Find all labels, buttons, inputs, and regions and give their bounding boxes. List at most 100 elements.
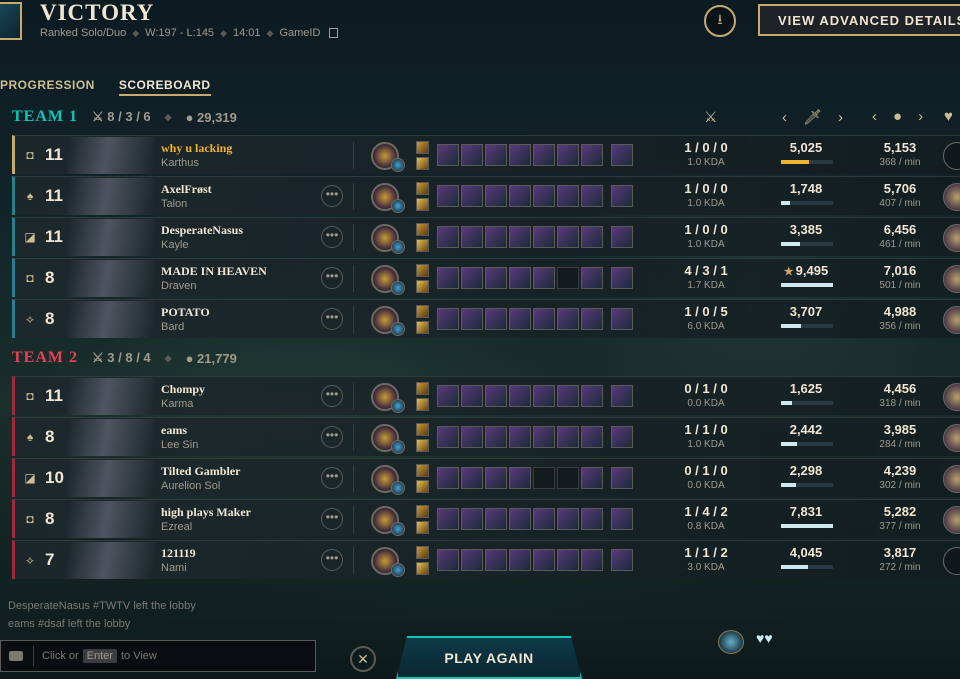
copy-icon[interactable] [329,28,339,38]
item-slot[interactable] [485,426,507,448]
more-options-button[interactable]: ••• [321,549,343,571]
summoner-name[interactable]: Chompy [161,382,205,397]
item-slot[interactable] [437,426,459,448]
trinket-slot[interactable] [611,226,633,248]
item-slot[interactable] [437,549,459,571]
player-row[interactable]: ◘ 8 high plays Maker Ezreal ••• 1 / 4 / 2 0.8 … [12,499,960,538]
item-slot[interactable] [437,267,459,289]
honor-button[interactable] [943,465,960,493]
item-slot[interactable] [509,549,531,571]
player-row[interactable]: ♠ 11 AxelFrøst Talon ••• 1 / 0 / 0 1.0 KDA 1,74… [12,176,960,215]
summoner-name[interactable]: Tilted Gambler [161,464,240,479]
player-row[interactable]: ◘ 11 why u lacking Karthus 1 / 0 / 0 1.0 KDA 5… [12,135,960,174]
item-slot[interactable] [437,226,459,248]
item-slot[interactable] [437,467,459,489]
item-slot[interactable] [509,144,531,166]
item-slot[interactable] [533,508,555,530]
chevron-right-icon[interactable]: › [918,108,923,125]
player-row[interactable]: ♠ 8 eams Lee Sin ••• 1 / 1 / 0 1.0 KDA 2,442 3,9… [12,417,960,456]
item-slot[interactable] [581,308,603,330]
item-slot[interactable] [533,267,555,289]
trinket-slot[interactable] [611,549,633,571]
item-slot[interactable] [557,308,579,330]
item-slot[interactable] [509,426,531,448]
more-options-button[interactable]: ••• [321,267,343,289]
item-slot[interactable] [461,467,483,489]
honor-button[interactable] [943,424,960,452]
item-slot[interactable] [509,385,531,407]
item-slot[interactable] [461,185,483,207]
item-slot[interactable] [581,467,603,489]
chevron-right-icon[interactable]: › [838,109,843,126]
item-slot[interactable] [533,426,555,448]
honor-button[interactable] [943,224,960,252]
item-slot[interactable] [461,308,483,330]
item-slot[interactable] [533,549,555,571]
trinket-slot[interactable] [611,508,633,530]
honor-button[interactable] [943,383,960,411]
item-slot[interactable] [509,308,531,330]
item-slot[interactable] [485,467,507,489]
item-slot[interactable] [437,385,459,407]
trinket-slot[interactable] [611,385,633,407]
item-slot[interactable] [437,144,459,166]
item-slot[interactable] [509,508,531,530]
item-slot[interactable] [581,549,603,571]
tab-scoreboard[interactable]: SCOREBOARD [118,78,211,96]
item-slot[interactable] [485,226,507,248]
item-slot[interactable] [557,467,579,489]
item-slot[interactable] [485,385,507,407]
item-slot[interactable] [557,144,579,166]
honor-button[interactable] [943,306,960,334]
trinket-slot[interactable] [611,426,633,448]
tab-progression[interactable]: PROGRESSION [0,78,95,96]
honor-button[interactable] [943,183,960,211]
item-slot[interactable] [533,226,555,248]
item-slot[interactable] [437,508,459,530]
player-row[interactable]: ◘ 8 MADE IN HEAVEN Draven ••• 4 / 3 / 1 1.7 KD… [12,258,960,297]
item-slot[interactable] [581,185,603,207]
more-options-button[interactable]: ••• [321,185,343,207]
item-slot[interactable] [533,308,555,330]
item-slot[interactable] [533,467,555,489]
summoner-name[interactable]: AxelFrøst [161,182,212,197]
item-slot[interactable] [557,185,579,207]
item-slot[interactable] [461,267,483,289]
chat-input[interactable]: Click or Enter to View [0,640,316,672]
honor-button[interactable] [943,547,960,575]
item-slot[interactable] [485,185,507,207]
summoner-name[interactable]: 121119 [161,546,196,561]
item-slot[interactable] [461,385,483,407]
item-slot[interactable] [437,185,459,207]
item-slot[interactable] [485,308,507,330]
more-options-button[interactable]: ••• [321,467,343,489]
item-slot[interactable] [557,508,579,530]
item-slot[interactable] [461,549,483,571]
player-row[interactable]: ◘ 11 Chompy Karma ••• 0 / 1 / 0 0.0 KDA 1,625 4,… [12,376,960,415]
item-slot[interactable] [485,144,507,166]
summoner-name[interactable]: MADE IN HEAVEN [161,264,267,279]
item-slot[interactable] [461,426,483,448]
item-slot[interactable] [581,267,603,289]
more-options-button[interactable]: ••• [321,385,343,407]
item-slot[interactable] [461,144,483,166]
player-row[interactable]: ◪ 10 Tilted Gambler Aurelion Sol ••• 0 / 1 / … [12,458,960,497]
close-button[interactable]: ✕ [350,646,376,672]
chevron-left-icon[interactable]: ‹ [782,109,787,126]
summoner-name[interactable]: high plays Maker [161,505,251,520]
more-options-button[interactable]: ••• [321,308,343,330]
summoner-name[interactable]: POTATO [161,305,210,320]
item-slot[interactable] [533,144,555,166]
download-replay-button[interactable]: ⭳ [704,5,736,37]
more-options-button[interactable]: ••• [321,508,343,530]
item-slot[interactable] [485,508,507,530]
chevron-left-icon[interactable]: ‹ [872,108,877,125]
player-row[interactable]: ⟡ 7 121119 Nami ••• 1 / 1 / 2 3.0 KDA 4,045 3,81… [12,540,960,579]
trinket-slot[interactable] [611,185,633,207]
more-options-button[interactable]: ••• [321,426,343,448]
item-slot[interactable] [437,308,459,330]
item-slot[interactable] [461,508,483,530]
item-slot[interactable] [533,385,555,407]
item-slot[interactable] [509,267,531,289]
item-slot[interactable] [509,185,531,207]
